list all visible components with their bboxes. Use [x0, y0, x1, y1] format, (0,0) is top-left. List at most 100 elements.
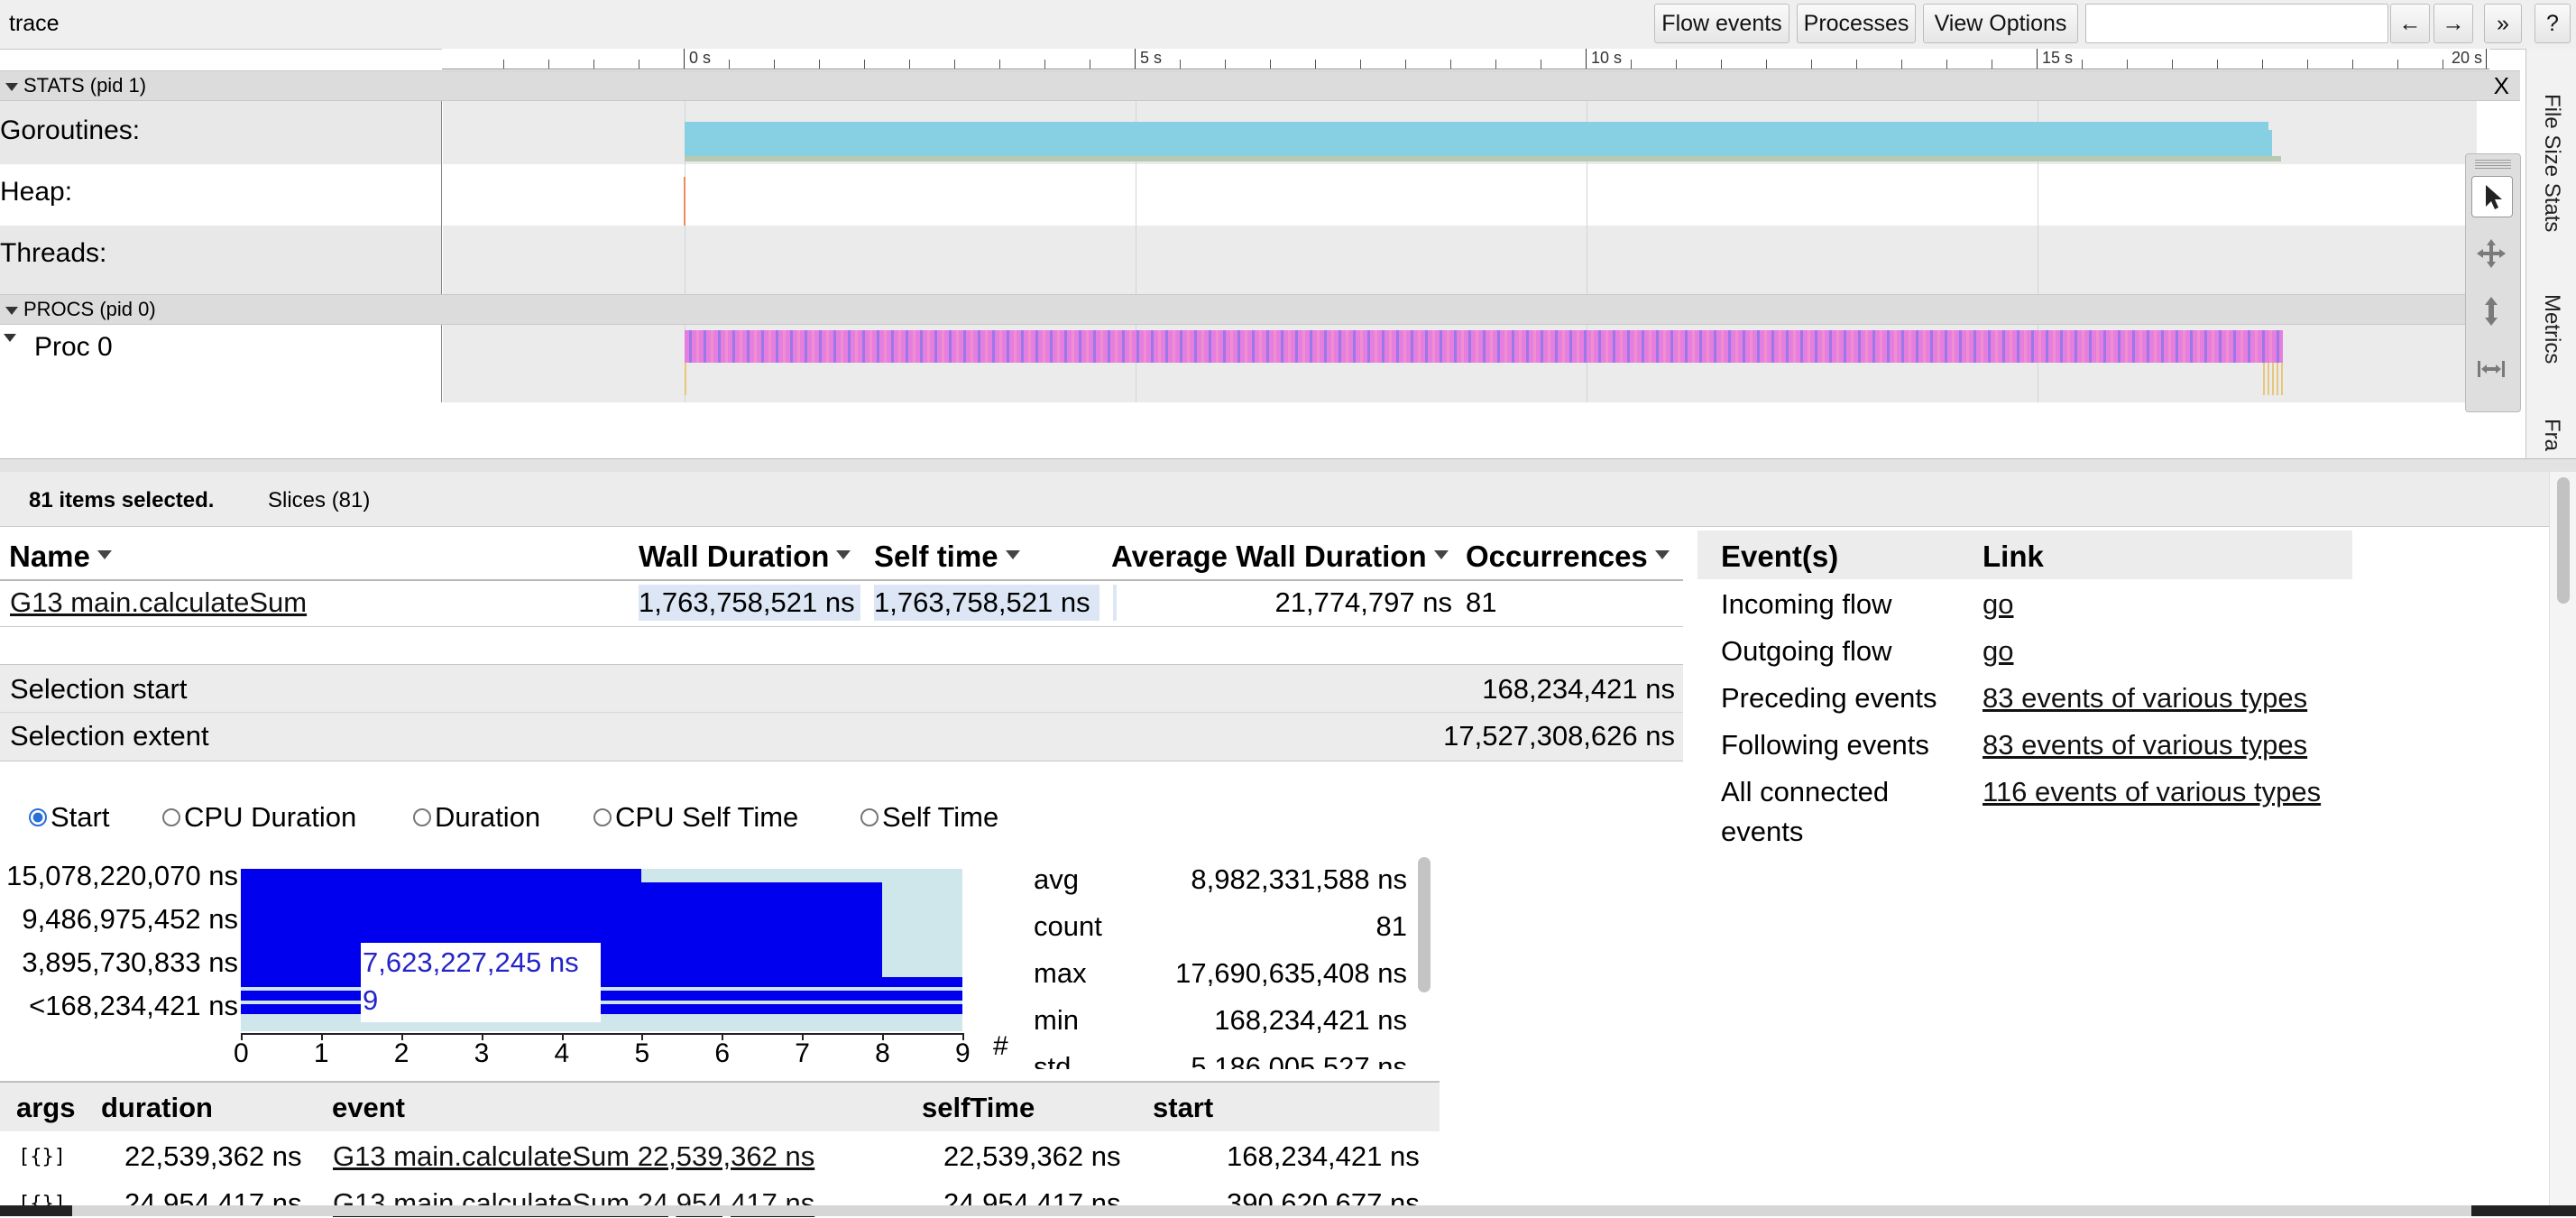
tab-file-size-stats[interactable]: File Size Stats: [2539, 94, 2564, 232]
event-link[interactable]: 83 events of various types: [1983, 678, 2307, 718]
radio-self-time[interactable]: Self Time: [860, 801, 998, 834]
help-button[interactable]: ?: [2535, 4, 2571, 43]
proc0-track[interactable]: [443, 325, 2477, 402]
histogram-x-label: 4: [554, 1038, 570, 1068]
column-duration[interactable]: duration: [101, 1092, 213, 1124]
histogram-bar[interactable]: [241, 977, 962, 987]
ruler-minor-tick: [1946, 60, 1947, 69]
radio-start[interactable]: Start: [29, 801, 109, 834]
events-column-header: Event(s): [1721, 540, 1839, 573]
column-start[interactable]: start: [1153, 1092, 1213, 1124]
tab-frames[interactable]: Fra: [2539, 419, 2564, 451]
histogram-y-label: 15,078,220,070 ns: [6, 860, 238, 891]
selection-extent-value: 17,527,308,626 ns: [1443, 720, 1675, 752]
column-occurrences[interactable]: Occurrences: [1466, 540, 1670, 574]
event-link[interactable]: go: [1983, 585, 2013, 624]
column-event[interactable]: event: [332, 1092, 405, 1124]
histogram-bar[interactable]: [241, 869, 642, 882]
event-link[interactable]: G13 main.calculateSum 22,539,362 ns: [333, 1140, 814, 1173]
column-wall-duration[interactable]: Wall Duration: [639, 540, 851, 574]
ruler-minor-tick: [1315, 60, 1316, 69]
histogram-bar[interactable]: [241, 882, 883, 896]
more-button[interactable]: »: [2484, 4, 2522, 43]
zoom-tool-button[interactable]: [2471, 291, 2513, 333]
ruler-minor-tick: [1721, 60, 1722, 69]
column-args[interactable]: args: [16, 1092, 75, 1124]
histogram-bar[interactable]: [241, 1004, 962, 1014]
ruler-minor-tick: [1044, 60, 1045, 69]
track-label-proc0[interactable]: Proc 0: [0, 325, 442, 402]
track-blank-area: [0, 402, 2520, 458]
close-stats-button[interactable]: X: [2494, 71, 2509, 100]
collapse-triangle-icon[interactable]: [5, 82, 18, 91]
histogram-bar[interactable]: [241, 909, 883, 923]
radio-button-icon[interactable]: [593, 807, 612, 826]
event-link[interactable]: go: [1983, 632, 2013, 671]
event-link[interactable]: 116 events of various types: [1983, 772, 2321, 812]
ruler-label: 5 s: [1140, 49, 1163, 67]
goroutines-counter-area[interactable]: [685, 122, 2268, 156]
sort-arrow-icon: [1433, 550, 1449, 560]
procs-group-header[interactable]: PROCS (pid 0): [0, 294, 2520, 325]
stats-group-header[interactable]: STATS (pid 1) X: [0, 70, 2520, 101]
palette-drag-handle[interactable]: [2475, 160, 2511, 169]
column-self-time[interactable]: Self time: [874, 540, 1020, 574]
tooltip-value: 7,623,227,245 ns: [363, 946, 579, 978]
pan-tool-button[interactable]: [2471, 234, 2513, 275]
event-type-label-text: Incoming flow: [1721, 588, 1892, 620]
heap-track[interactable]: [443, 164, 2477, 226]
event-type-label-text: Following events: [1721, 729, 1929, 761]
histogram-plot[interactable]: [241, 869, 962, 1031]
next-match-button[interactable]: →: [2433, 4, 2473, 43]
selection-tool-button[interactable]: [2471, 176, 2513, 217]
event-link[interactable]: 83 events of various types: [1983, 725, 2307, 765]
goroutines-track[interactable]: [443, 101, 2477, 164]
ruler-minor-tick: [2082, 60, 2083, 69]
radio-cpu-self-time[interactable]: CPU Self Time: [593, 801, 798, 834]
prev-match-button[interactable]: ←: [2390, 4, 2430, 43]
timing-tool-button[interactable]: [2471, 349, 2513, 391]
analysis-scrollbar-thumb[interactable]: [2557, 477, 2570, 604]
stat-row: avg 8,982,331,588 ns: [1028, 858, 1407, 905]
event-type-label-text: All connected: [1721, 776, 1890, 807]
bottom-table-row[interactable]: [{}] 22,539,362 ns G13 main.calculateSum 2…: [0, 1131, 1440, 1178]
slice-name-link[interactable]: G13 main.calculateSum: [10, 586, 307, 619]
column-selftime[interactable]: selfTime: [922, 1092, 1035, 1124]
heap-spike[interactable]: [684, 177, 685, 226]
histogram-x-axis: 0 1 2 3 4 5 6 7 8 9 #: [234, 1031, 1017, 1069]
expand-triangle-icon[interactable]: [4, 333, 16, 342]
stats-table: avg 8,982,331,588 ns count 81 max 17,690,635,…: [1028, 853, 1434, 1069]
ruler-minor-tick: [774, 60, 775, 69]
column-average-wall-duration[interactable]: Average Wall Duration: [1111, 540, 1449, 574]
radio-button-icon[interactable]: [29, 807, 47, 826]
histogram-x-label: 1: [313, 1038, 329, 1068]
histogram-bar[interactable]: [241, 896, 883, 909]
ruler-minor-tick: [999, 60, 1000, 69]
radio-duration[interactable]: Duration: [413, 801, 540, 834]
radio-button-icon[interactable]: [413, 807, 431, 826]
flow-events-button[interactable]: Flow events: [1654, 4, 1789, 43]
radio-cpu-duration[interactable]: CPU Duration: [162, 801, 356, 834]
self-time-cell: 1,763,758,521 ns: [874, 585, 1099, 621]
threads-track[interactable]: [443, 226, 2477, 294]
time-ruler[interactable]: 0 s 5 s 10 s 15 s 20 s: [442, 49, 2489, 69]
histogram-bar[interactable]: [241, 923, 883, 937]
radio-button-icon[interactable]: [860, 807, 879, 826]
tab-slices[interactable]: Slices (81): [268, 488, 370, 513]
column-name[interactable]: Name: [9, 540, 112, 574]
stats-scrollbar-thumb[interactable]: [1418, 857, 1431, 992]
histogram-bar[interactable]: [241, 991, 962, 1001]
args-cell[interactable]: [{}]: [18, 1146, 66, 1168]
proc0-slices[interactable]: [685, 330, 2283, 363]
analysis-scrollbar[interactable]: [2549, 472, 2576, 1205]
collapse-triangle-icon[interactable]: [5, 306, 18, 315]
search-input[interactable]: [2085, 4, 2388, 43]
tab-metrics[interactable]: Metrics: [2539, 294, 2564, 364]
histogram-x-label: 3: [474, 1038, 490, 1068]
panel-resize-divider[interactable]: [0, 458, 2576, 473]
sort-arrow-icon: [97, 550, 112, 560]
histogram-y-label: 9,486,975,452 ns: [22, 903, 238, 935]
radio-button-icon[interactable]: [162, 807, 180, 826]
processes-button[interactable]: Processes: [1797, 4, 1916, 43]
view-options-button[interactable]: View Options: [1923, 4, 2078, 43]
